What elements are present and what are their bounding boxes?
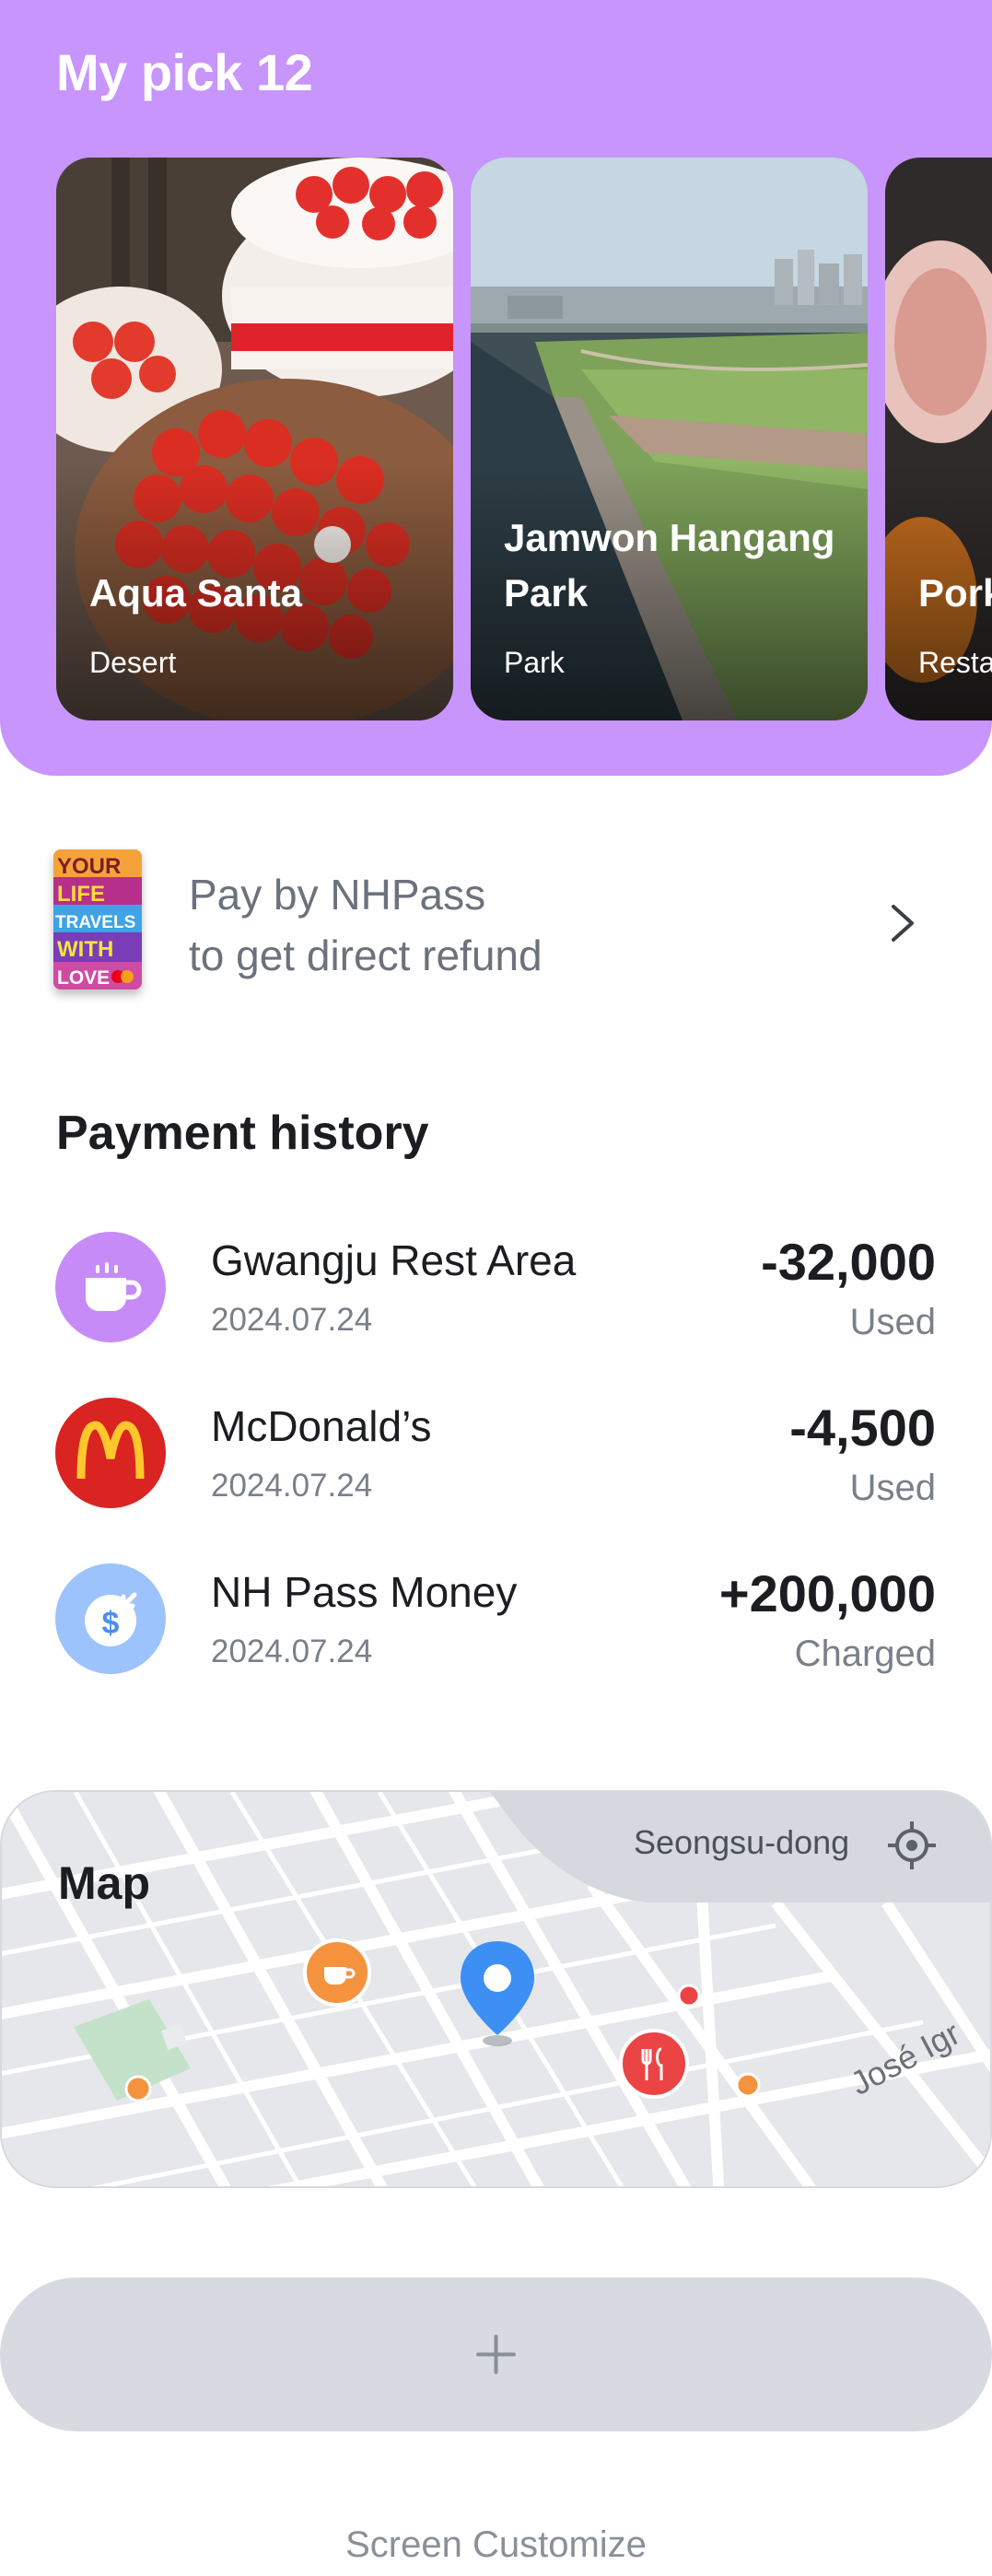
my-pick-section: My pick 12 Aqua Santa Desert Jamwon Hang…: [0, 0, 992, 776]
map-title: Map: [58, 1857, 150, 1909]
card-name: Aqua Santa: [89, 571, 303, 615]
nhpass-refund-banner[interactable]: YOUR LIFE TRAVELS WITH LOVE Pay by NHPas…: [0, 820, 992, 1023]
mcdonalds-logo-icon: [55, 1398, 166, 1508]
payment-date: 2024.07.24: [211, 1302, 373, 1338]
card-art-word: TRAVELS: [55, 913, 135, 932]
coin-charge-icon: $: [55, 1563, 166, 1674]
promo-text: Pay by NHPass to get direct refund: [189, 864, 543, 986]
payment-amount: +200,000: [718, 1564, 936, 1622]
card-art-word: LOVE: [57, 967, 110, 989]
payment-status: Charged: [794, 1633, 936, 1674]
payment-status: Used: [849, 1302, 936, 1342]
card-art-word: YOUR: [57, 854, 121, 879]
payment-date: 2024.07.24: [211, 1633, 373, 1669]
cup-icon: [55, 1232, 166, 1342]
card-art-word: LIFE: [57, 882, 105, 907]
cafe-marker-icon[interactable]: [302, 1938, 372, 2008]
add-widget-button[interactable]: [0, 2277, 992, 2431]
promo-line-1: Pay by NHPass: [189, 871, 486, 919]
card-name: Pork: [918, 571, 992, 615]
payment-row[interactable]: McDonald’s 2024.07.24 -4,500 Used: [0, 1398, 992, 1536]
payment-row[interactable]: $ NH Pass Money 2024.07.24 +200,000 Char…: [0, 1563, 992, 1702]
card-art-word: WITH: [57, 937, 113, 962]
current-location-pin-icon: [461, 1941, 534, 2046]
payment-history-title: Payment history: [56, 1107, 429, 1160]
payment-amount: -32,000: [761, 1233, 936, 1291]
pick-card-jamwon-hangang-park[interactable]: Jamwon Hangang Park Park: [471, 158, 868, 720]
restaurant-marker-icon[interactable]: [617, 2027, 691, 2101]
locate-me-icon[interactable]: [884, 1818, 939, 1873]
merchant-name: NH Pass Money: [211, 1568, 518, 1616]
pick-card-pork[interactable]: Pork Restaurant: [885, 158, 992, 720]
card-category: Restaurant: [918, 646, 992, 679]
card-category: Desert: [89, 646, 177, 679]
screen-customize-link[interactable]: Screen Customize: [0, 2524, 992, 2566]
payment-row[interactable]: Gwangju Rest Area 2024.07.24 -32,000 Use…: [0, 1232, 992, 1370]
svg-text:$: $: [102, 1606, 120, 1641]
map-card[interactable]: José Igr Map Seongsu-dong: [0, 1790, 992, 2188]
payment-status: Used: [849, 1468, 936, 1508]
card-name: Jamwon Hangang Park: [504, 516, 835, 615]
card-art: YOUR LIFE TRAVELS WITH LOVE: [53, 849, 142, 989]
merchant-name: McDonald’s: [211, 1402, 432, 1450]
plus-icon: [476, 2335, 516, 2374]
nhpass-card-thumbnail: YOUR LIFE TRAVELS WITH LOVE: [53, 849, 142, 989]
my-pick-title: My pick 12: [56, 43, 313, 101]
payment-date: 2024.07.24: [211, 1468, 373, 1504]
card-category: Park: [504, 646, 565, 679]
promo-line-2: to get direct refund: [189, 931, 543, 979]
map-area-label: Seongsu-dong: [634, 1823, 850, 1861]
merchant-name: Gwangju Rest Area: [211, 1236, 577, 1284]
pick-card-aqua-santa[interactable]: Aqua Santa Desert: [56, 158, 453, 720]
chevron-right-icon: [892, 905, 914, 942]
payment-amount: -4,500: [789, 1399, 936, 1457]
